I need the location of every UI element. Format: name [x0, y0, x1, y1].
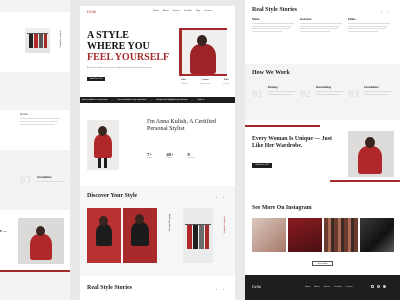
hero-stat-3-label: Looks	[223, 83, 229, 85]
hero-stats: 100+ 7 years 500+	[181, 79, 229, 81]
bottom-stories-title: Real Style Stories	[87, 285, 132, 291]
hero-line-1: A STYLE	[87, 30, 129, 41]
nav-home[interactable]: Home	[153, 10, 159, 12]
hero-stat-1: 100+	[181, 79, 186, 81]
footer-nav: Home About Service Portfolio Contact	[305, 286, 353, 288]
unique-accent-line	[245, 125, 320, 127]
left-step-num: 03	[20, 174, 31, 186]
stories-title: Real Style Stories	[252, 7, 297, 13]
instagram-icon[interactable]	[371, 285, 374, 288]
footer-link-service[interactable]: Service	[324, 286, 331, 288]
instagram-photo-1[interactable]	[252, 218, 286, 252]
left-story-card	[0, 110, 70, 150]
right-page: Real Style Stories ‹ › Maria Kateryna Po…	[245, 0, 400, 300]
hero-woman-photo	[182, 30, 227, 74]
main-nav: Home About Service Portfolio Blog Contac…	[153, 10, 212, 12]
left-story-name: Polina	[20, 112, 28, 116]
center-page: Gelià Home About Service Portfolio Blog …	[80, 6, 235, 300]
story-name-3: Polina	[348, 18, 356, 21]
footer-social	[371, 285, 386, 288]
left-step-label: Consultation	[37, 176, 52, 179]
footer-link-about[interactable]: About	[314, 286, 319, 288]
ticker-item-4: Style is	[197, 99, 205, 101]
unique-woman-photo	[348, 131, 394, 177]
instagram-title: See More On Instagram	[252, 205, 312, 211]
how-step-3: 03 Consultation	[348, 86, 392, 100]
about-photo	[87, 120, 119, 170]
nav-blog[interactable]: Blog	[196, 10, 200, 12]
discover-vertical-label-1: Wardrobe Analysis	[224, 216, 226, 234]
left-vertical-label: Wardrobe Analysis	[60, 30, 62, 48]
discover-next-button[interactable]: ›	[221, 194, 226, 199]
instagram-photo-3[interactable]	[324, 218, 358, 252]
discover-card-3[interactable]	[183, 208, 213, 263]
hero-line-2: WHERE YOU	[87, 41, 150, 52]
left-rack-photo	[25, 28, 50, 53]
telegram-icon[interactable]	[377, 285, 380, 288]
footer-logo[interactable]: Gelià	[252, 284, 261, 289]
unique-title: Every Woman Is Unique — Just Like Her Wa…	[252, 136, 332, 149]
ticker-item-3: A style that highlights your beauty	[156, 99, 188, 101]
ticker-item-1: Feel confident in every look	[82, 99, 108, 101]
hero-stat-2-label: Experience	[199, 83, 211, 85]
hero-stat-3: 500+	[224, 79, 229, 81]
about-stat-1: 7+ years	[147, 152, 153, 159]
how-title: How We Work	[252, 70, 290, 76]
about-title: I'm Anna Kulish, A Certified Personal St…	[147, 119, 216, 132]
story-card-2: Kateryna	[300, 18, 344, 32]
facebook-icon[interactable]	[383, 285, 386, 288]
right-stories-prev[interactable]: ‹	[379, 8, 384, 13]
left-accent-line	[0, 270, 70, 272]
hero-stat-2: 7 years	[201, 79, 209, 81]
hero-cta-button[interactable]: Book Free Call	[87, 77, 105, 81]
stories-prev-button[interactable]: ‹	[214, 286, 219, 291]
nav-about[interactable]: About	[163, 10, 169, 12]
story-card-3: Polina	[348, 18, 392, 32]
unique-bottom-line	[330, 180, 400, 182]
ticker-item-2: Your wardrobe is my inspiration	[117, 99, 147, 101]
hero-line-3: FEEL YOURSELF	[87, 52, 170, 63]
hero-stat-1-label: Clients	[181, 83, 188, 85]
how-step-2: 02 Dressmaking	[300, 86, 344, 100]
discover-prev-button[interactable]: ‹	[214, 194, 219, 199]
about-stat-3: 9 courses	[187, 152, 196, 159]
how-step-1: 01 Booking	[252, 86, 296, 100]
right-stories-next[interactable]: ›	[386, 8, 391, 13]
ticker-strip: Feel confident in every look ✦ Your ward…	[80, 97, 235, 103]
left-heading-fragment: e —	[0, 228, 7, 233]
discover-title: Discover Your Style	[87, 193, 138, 199]
footer-link-home[interactable]: Home	[305, 286, 310, 288]
instagram-photo-2[interactable]	[288, 218, 322, 252]
discover-vertical-label-2: Personal Shopping	[169, 214, 171, 232]
unique-cta-button[interactable]: Book Free Call	[252, 163, 272, 168]
footer-link-portfolio[interactable]: Portfolio	[334, 286, 341, 288]
instagram-photo-4[interactable]	[360, 218, 394, 252]
discover-card-1[interactable]	[87, 208, 121, 263]
about-stat-2: 40+ clients	[166, 152, 174, 159]
stories-next-button[interactable]: ›	[221, 286, 226, 291]
left-column-panel: Wardrobe Analysis Polina 03 Consultation…	[0, 0, 70, 300]
instagram-profile-button[interactable]: Go to profile	[312, 261, 333, 266]
discover-card-2[interactable]	[123, 208, 157, 263]
story-name-2: Kateryna	[300, 18, 312, 21]
hero-subtitle: A style that reflects who you are. I'll …	[87, 67, 153, 69]
story-card-1: Maria	[252, 18, 296, 32]
left-woman-photo	[18, 218, 64, 264]
nav-contact[interactable]: Contact	[204, 10, 212, 12]
footer-link-contact[interactable]: Contact	[346, 286, 353, 288]
story-name-1: Maria	[252, 18, 260, 21]
nav-portfolio[interactable]: Portfolio	[184, 10, 192, 12]
nav-service[interactable]: Service	[173, 10, 180, 12]
logo[interactable]: Gelià	[87, 9, 96, 14]
hero-stat-labels: Clients Experience Looks	[181, 83, 229, 85]
about-stats: 7+ years 40+ clients 9 courses	[147, 152, 195, 159]
